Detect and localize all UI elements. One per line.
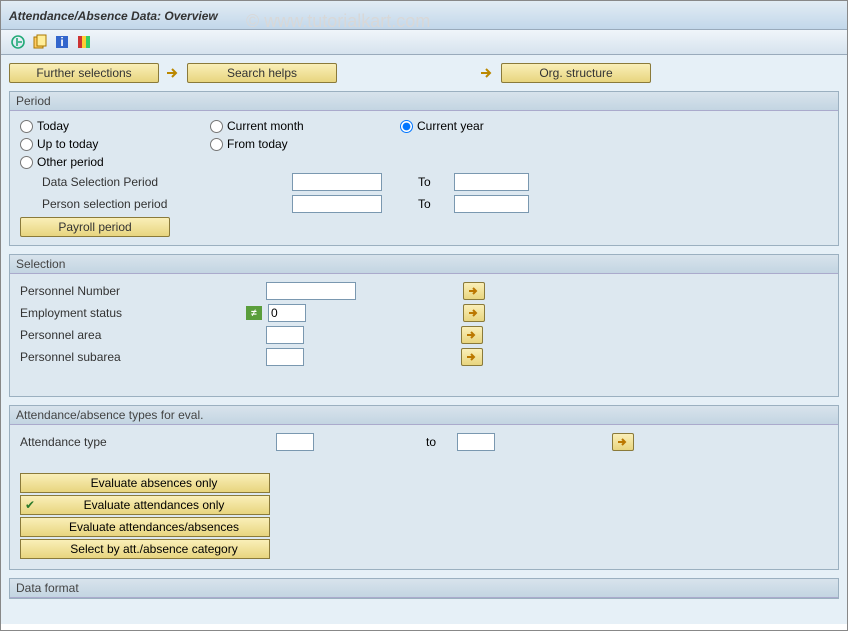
multiple-selection-button[interactable]: [463, 282, 485, 300]
employment-status-label: Employment status: [20, 306, 240, 320]
top-button-row: Further selections Search helps Org. str…: [9, 63, 839, 83]
watermark: © www.tutorialkart.com: [246, 11, 430, 32]
info-icon[interactable]: i: [53, 33, 71, 51]
arrow-right-icon: [165, 66, 181, 80]
personnel-subarea-input[interactable]: [266, 348, 304, 366]
svg-text:i: i: [60, 35, 63, 49]
payroll-period-button[interactable]: Payroll period: [20, 217, 170, 237]
search-helps-button[interactable]: Search helps: [187, 63, 337, 83]
content-area: Further selections Search helps Org. str…: [1, 55, 847, 624]
further-selections-button[interactable]: Further selections: [9, 63, 159, 83]
eval-attendances-only-button[interactable]: ✔Evaluate attendances only: [20, 495, 270, 515]
radio-from-today[interactable]: From today: [210, 137, 380, 151]
data-format-group-title: Data format: [10, 579, 838, 598]
data-selection-to[interactable]: [454, 173, 529, 191]
radio-current-year[interactable]: Current year: [400, 119, 570, 133]
to-label: To: [418, 175, 448, 189]
layout-icon[interactable]: [75, 33, 93, 51]
arrow-right-icon: [479, 66, 495, 80]
attendance-types-group: Attendance/absence types for eval. Atten…: [9, 405, 839, 570]
employment-status-input[interactable]: [268, 304, 306, 322]
period-group-title: Period: [10, 92, 838, 111]
personnel-subarea-label: Personnel subarea: [20, 350, 260, 364]
execute-icon[interactable]: [9, 33, 27, 51]
data-selection-period-label: Data Selection Period: [20, 175, 190, 189]
selection-group-title: Selection: [10, 255, 838, 274]
person-selection-period-label: Person selection period: [20, 197, 190, 211]
radio-up-to-today[interactable]: Up to today: [20, 137, 190, 151]
radio-other-period[interactable]: Other period: [20, 155, 190, 169]
personnel-number-label: Personnel Number: [20, 284, 260, 298]
personnel-area-label: Personnel area: [20, 328, 260, 342]
select-by-category-button[interactable]: Select by att./absence category: [20, 539, 270, 559]
eval-both-button[interactable]: Evaluate attendances/absences: [20, 517, 270, 537]
eval-absences-only-button[interactable]: Evaluate absences only: [20, 473, 270, 493]
attendance-type-from[interactable]: [276, 433, 314, 451]
multiple-selection-button[interactable]: [461, 326, 483, 344]
radio-today[interactable]: Today: [20, 119, 190, 133]
to-label: to: [426, 435, 451, 449]
page-title: Attendance/Absence Data: Overview: [9, 9, 218, 23]
personnel-number-input[interactable]: [266, 282, 356, 300]
app-toolbar: i: [1, 30, 847, 55]
data-selection-from[interactable]: [292, 173, 382, 191]
personnel-area-input[interactable]: [266, 326, 304, 344]
not-equal-icon[interactable]: ≠: [246, 306, 262, 320]
attendance-type-label: Attendance type: [20, 435, 270, 449]
title-bar: Attendance/Absence Data: Overview © www.…: [1, 1, 847, 30]
attendance-types-group-title: Attendance/absence types for eval.: [10, 406, 838, 425]
person-selection-from[interactable]: [292, 195, 382, 213]
multiple-selection-button[interactable]: [463, 304, 485, 322]
multiple-selection-button[interactable]: [612, 433, 634, 451]
get-variant-icon[interactable]: [31, 33, 49, 51]
data-format-group: Data format: [9, 578, 839, 599]
check-icon: ✔: [25, 498, 43, 512]
selection-group: Selection Personnel Number Employment st…: [9, 254, 839, 397]
attendance-type-to[interactable]: [457, 433, 495, 451]
org-structure-button[interactable]: Org. structure: [501, 63, 651, 83]
to-label: To: [418, 197, 448, 211]
multiple-selection-button[interactable]: [461, 348, 483, 366]
radio-current-month[interactable]: Current month: [210, 119, 380, 133]
person-selection-to[interactable]: [454, 195, 529, 213]
period-group: Period Today Current month Current year …: [9, 91, 839, 246]
